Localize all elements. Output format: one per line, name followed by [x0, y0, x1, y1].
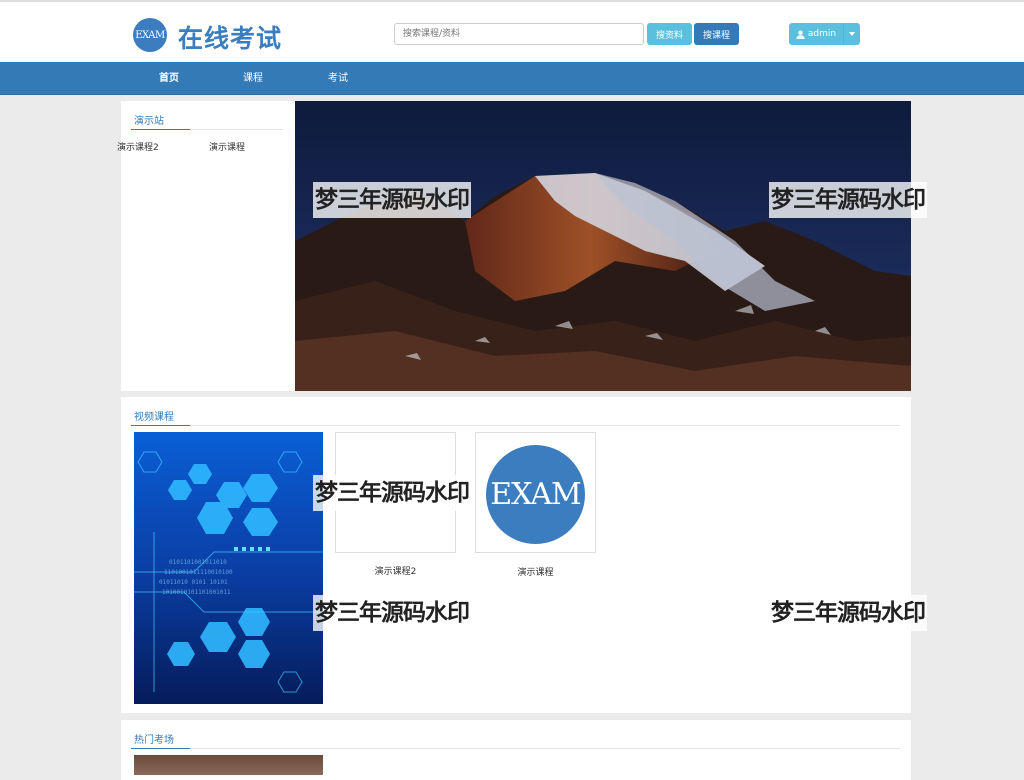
- exam-thumbnail[interactable]: [134, 755, 323, 775]
- demo-site-title: 演示站: [134, 116, 164, 127]
- svg-text:1101001011110010100: 1101001011110010100: [164, 569, 233, 576]
- user-dropdown-toggle[interactable]: [843, 23, 860, 45]
- course-label-1[interactable]: 演示课程2: [335, 564, 456, 577]
- title-underline: [131, 748, 190, 749]
- user-menu-button[interactable]: admin: [789, 23, 860, 45]
- title-underline: [131, 129, 190, 130]
- watermark-poster: 梦三年源码水印: [313, 595, 471, 631]
- title-underline: [131, 425, 190, 426]
- nav-item-courses[interactable]: 课程: [243, 62, 263, 95]
- search-courses-button[interactable]: 搜课程: [694, 23, 739, 45]
- caret-down-icon: [849, 32, 855, 36]
- site-title[interactable]: 在线考试: [178, 19, 282, 55]
- site-header: EXAM 在线考试 搜资料 搜课程 admin: [0, 0, 1024, 62]
- video-courses-title: 视频课程: [134, 412, 174, 423]
- course-card-2[interactable]: EXAM: [475, 432, 596, 553]
- top-decorative-strip: [0, 0, 1024, 2]
- hot-exams-panel: 热门考场: [121, 720, 911, 780]
- course-label-2[interactable]: 演示课程: [475, 565, 596, 578]
- nav-item-exams[interactable]: 考试: [328, 62, 348, 95]
- tech-poster-image[interactable]: 0101101001011010 1101001011110010100 010…: [134, 432, 323, 704]
- watermark-right: 梦三年源码水印: [769, 595, 927, 631]
- exam-logo-thumbnail: EXAM: [486, 445, 585, 544]
- user-name: admin: [807, 29, 837, 39]
- nav-item-home[interactable]: 首页: [159, 62, 179, 95]
- title-rule: [190, 129, 283, 130]
- search-input[interactable]: [394, 23, 644, 45]
- demo-link-course[interactable]: 演示课程: [209, 140, 245, 153]
- svg-text:1010010101101001011: 1010010101101001011: [162, 589, 231, 596]
- demo-site-panel: 演示站 演示课程2 演示课程 梦三年源码水印 梦三年源码水印: [117, 101, 927, 391]
- demo-link-course-2[interactable]: 演示课程2: [117, 140, 159, 153]
- search-materials-button[interactable]: 搜资料: [647, 23, 692, 45]
- watermark-card: 梦三年源码水印: [313, 475, 471, 511]
- hot-exams-title: 热门考场: [134, 735, 174, 746]
- mountain-banner-image[interactable]: [295, 101, 911, 391]
- svg-text:0101101001011010: 0101101001011010: [169, 559, 227, 566]
- title-rule: [190, 425, 900, 426]
- svg-text:01011010 0101 10101: 01011010 0101 10101: [159, 579, 228, 586]
- main-nav: 首页 课程 考试: [0, 62, 1024, 95]
- video-courses-panel: 视频课程 0101101001011010 110100101111001010…: [121, 397, 927, 713]
- watermark-banner-right: 梦三年源码水印: [769, 182, 927, 218]
- watermark-banner-left: 梦三年源码水印: [313, 182, 471, 218]
- user-icon: [796, 30, 805, 39]
- title-rule: [190, 748, 900, 749]
- user-button-main[interactable]: admin: [789, 23, 843, 45]
- logo-icon[interactable]: EXAM: [133, 18, 167, 52]
